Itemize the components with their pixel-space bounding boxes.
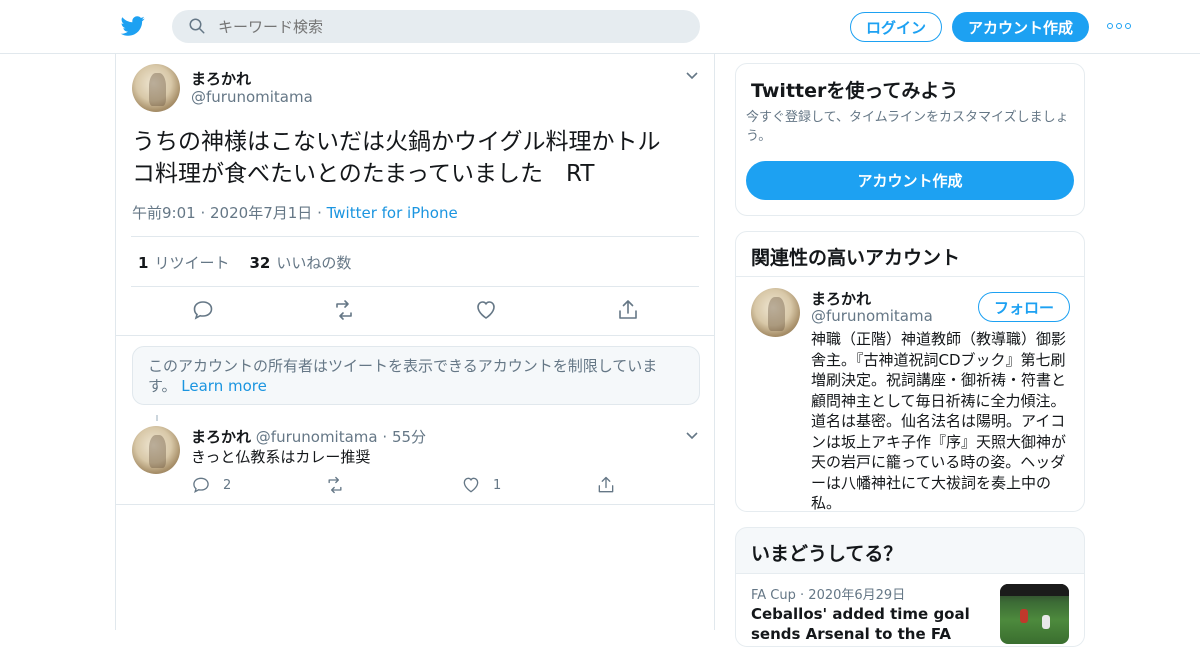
trend-source: FA Cup — [751, 588, 796, 603]
trend-meta: FA Cup · 2020年6月29日 — [751, 584, 905, 603]
tweet-source-link[interactable]: Twitter for iPhone — [327, 204, 458, 222]
reply-text: きっと仏教系はカレー推奨 — [191, 448, 371, 466]
divider — [131, 286, 699, 287]
signup-card-button[interactable]: アカウント作成 — [746, 161, 1074, 200]
retweet-icon — [328, 476, 342, 494]
like-count: 1 — [493, 477, 502, 493]
related-accounts-card: 関連性の高いアカウント まろかれ @furunomitama フォロー 神職（正… — [735, 231, 1085, 512]
tweet-date[interactable]: 2020年7月1日 — [210, 204, 312, 222]
trend-thumbnail-image — [1000, 584, 1069, 644]
trend-headline: Ceballos' added time goal sends Arsenal … — [751, 605, 970, 646]
top-bar: ログイン アカウント作成 — [0, 0, 1200, 54]
tweet-author-name[interactable]: まろかれ — [191, 68, 251, 89]
trend-date: 2020年6月29日 — [808, 588, 906, 603]
thread-line — [156, 415, 158, 421]
main-column: まろかれ @furunomitama うちの神様はこないだは火鍋かウイグル料理か… — [115, 54, 715, 630]
like-stat[interactable]: 32 いいねの数 — [249, 252, 351, 273]
retweet-stat[interactable]: 1 リツイート — [138, 252, 229, 273]
retweet-label: リツイート — [154, 254, 230, 272]
avatar[interactable] — [132, 426, 180, 474]
reply-author-name[interactable]: まろかれ — [191, 428, 251, 446]
reply-time[interactable]: 55分 — [392, 428, 426, 446]
tweet-actions — [116, 298, 716, 328]
more-options-icon[interactable] — [1107, 20, 1131, 32]
protected-account-notice: このアカウントの所有者はツイートを表示できるアカウントを制限していま す。 Le… — [132, 346, 700, 405]
like-count: 32 — [249, 254, 271, 272]
search-icon — [189, 18, 205, 34]
twitter-bird-icon[interactable] — [120, 14, 146, 38]
like-label: いいねの数 — [276, 254, 352, 272]
reply-count: 2 — [223, 477, 232, 493]
reply-like-action[interactable]: 1 — [461, 474, 501, 496]
tweet-text-line: うちの神様はこないだは火鍋かウイグル料理かトル — [132, 129, 661, 155]
signup-card-text: 今すぐ登録して、タイムラインをカスタマイズしましょう。 — [746, 110, 1069, 144]
login-button[interactable]: ログイン — [850, 12, 942, 42]
reply-reply-action[interactable]: 2 — [191, 474, 231, 496]
related-title: 関連性の高いアカウント — [751, 247, 961, 269]
learn-more-link[interactable]: Learn more — [181, 377, 267, 395]
separator: · — [382, 428, 388, 446]
related-account-bio: 神職（正階）神道教師（教導職）御影舎主。『古神道祝詞CDブック』第七刷増刷決定。… — [811, 330, 1067, 512]
share-icon[interactable] — [616, 298, 640, 322]
trends-card: いまどうしてる？ FA Cup · 2020年6月29日 Ceballos' a… — [735, 527, 1085, 647]
signup-card-title: Twitterを使ってみよう — [751, 80, 959, 102]
reply-share-action[interactable] — [596, 474, 616, 496]
trend-item[interactable]: FA Cup · 2020年6月29日 Ceballos' added time… — [736, 574, 1084, 646]
signup-card: Twitterを使ってみよう 今すぐ登録して、タイムラインをカスタマイズしましょ… — [735, 63, 1085, 216]
divider — [116, 504, 714, 505]
tweet-text: うちの神様はこないだは火鍋かウイグル料理かトル コ料理が食べたいとのたまっていま… — [132, 126, 692, 190]
reply-retweet-action[interactable] — [325, 474, 345, 496]
tweet-stats: 1 リツイート 32 いいねの数 — [138, 252, 351, 273]
like-heart-icon — [463, 477, 479, 493]
retweet-count: 1 — [138, 254, 149, 272]
reply-header: まろかれ @furunomitama · 55分 — [191, 426, 426, 447]
follow-button[interactable]: フォロー — [978, 292, 1070, 322]
tweet-author-handle[interactable]: @furunomitama — [191, 88, 313, 106]
tweet-time[interactable]: 午前9:01 — [132, 204, 196, 222]
reply-icon — [193, 477, 209, 494]
reply-icon[interactable] — [191, 298, 215, 322]
related-account-handle[interactable]: @furunomitama — [811, 307, 933, 325]
search-input[interactable] — [218, 10, 688, 43]
signup-button[interactable]: アカウント作成 — [952, 12, 1089, 42]
divider — [131, 236, 699, 237]
chevron-down-icon[interactable] — [685, 429, 699, 443]
related-account-name[interactable]: まろかれ — [811, 288, 871, 309]
share-icon — [598, 476, 614, 493]
trends-header: いまどうしてる？ — [736, 528, 1084, 574]
related-header: 関連性の高いアカウント — [736, 232, 1084, 277]
tweet-text-line: コ料理が食べたいとのたまっていました RT — [132, 161, 595, 187]
avatar[interactable] — [751, 288, 800, 337]
reply-author-handle[interactable]: @furunomitama — [256, 428, 378, 446]
separator: · — [200, 204, 211, 222]
divider — [116, 335, 714, 336]
tweet-meta: 午前9:01 · 2020年7月1日 · Twitter for iPhone — [132, 202, 458, 223]
like-heart-icon[interactable] — [474, 298, 498, 322]
search-box[interactable] — [172, 10, 700, 43]
trends-title: いまどうしてる？ — [751, 543, 903, 565]
separator: · — [317, 204, 327, 222]
chevron-down-icon[interactable] — [685, 69, 699, 83]
retweet-icon[interactable] — [332, 298, 356, 322]
avatar[interactable] — [132, 64, 180, 112]
